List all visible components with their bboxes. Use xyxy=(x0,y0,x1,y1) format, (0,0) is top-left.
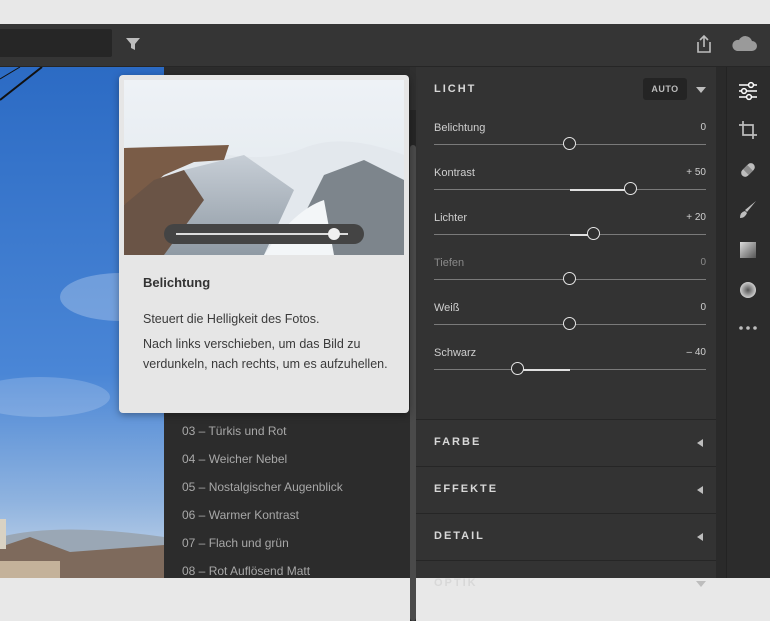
top-bar xyxy=(0,24,770,67)
slider-label: Weiß xyxy=(434,302,460,314)
slider-value[interactable]: + 50 xyxy=(686,167,706,178)
slider-label: Kontrast xyxy=(434,167,475,179)
chevron-down-icon[interactable] xyxy=(696,87,706,93)
auto-button[interactable]: AUTO xyxy=(643,78,687,100)
slider-track[interactable] xyxy=(434,317,706,330)
slider-knob[interactable] xyxy=(511,362,525,375)
section-title-effects[interactable]: EFFEKTE xyxy=(434,483,498,495)
slider-label: Belichtung xyxy=(434,122,486,134)
chevron-left-icon[interactable] xyxy=(697,533,703,541)
panel-scrollbar[interactable] xyxy=(716,67,726,578)
slider-track[interactable] xyxy=(434,272,706,285)
divider xyxy=(416,513,716,514)
tooltip-demo-slider xyxy=(164,224,364,244)
section-title-color[interactable]: FARBE xyxy=(434,436,481,448)
tooltip-description-2: Nach links verschieben, um das Bild zu v… xyxy=(143,337,388,371)
filter-icon[interactable] xyxy=(124,35,142,53)
preset-item[interactable]: 03 – Türkis und Rot xyxy=(182,424,287,438)
slider-knob[interactable] xyxy=(563,317,576,330)
divider xyxy=(416,560,716,561)
preset-item[interactable]: 05 – Nostalgischer Augenblick xyxy=(182,480,343,494)
radial-gradient-icon[interactable] xyxy=(737,279,759,301)
light-section-title[interactable]: LICHT xyxy=(434,83,476,95)
slider-track[interactable] xyxy=(434,182,706,195)
chevron-down-icon[interactable] xyxy=(696,581,706,587)
slider-value[interactable]: 0 xyxy=(700,302,706,313)
slider-track[interactable] xyxy=(434,137,706,150)
search-input[interactable] xyxy=(0,29,112,57)
slider-track[interactable] xyxy=(434,227,706,240)
slider-track[interactable] xyxy=(434,362,706,375)
chevron-left-icon[interactable] xyxy=(697,439,703,447)
tooltip-demo-track xyxy=(176,233,348,235)
preset-item[interactable]: 08 – Rot Auflösend Matt xyxy=(182,564,310,578)
brush-icon[interactable] xyxy=(737,199,759,221)
healing-icon[interactable] xyxy=(737,159,759,181)
section-title-detail[interactable]: DETAIL xyxy=(434,530,485,542)
preset-item[interactable]: 07 – Flach und grün xyxy=(182,536,289,550)
slider-value[interactable]: + 20 xyxy=(686,212,706,223)
tool-rail xyxy=(726,67,770,578)
slider-knob[interactable] xyxy=(624,182,638,195)
slider-label: Lichter xyxy=(434,212,468,224)
more-icon[interactable] xyxy=(737,317,759,339)
cloud-icon[interactable] xyxy=(730,34,758,54)
edit-panel: LICHT AUTO Belichtung 0 Kontrast + 50 Lichte… xyxy=(416,67,716,589)
preset-item[interactable]: 06 – Warmer Kontrast xyxy=(182,508,299,522)
slider-label: Schwarz xyxy=(434,347,477,359)
linear-gradient-icon[interactable] xyxy=(737,239,759,261)
edit-sliders-icon[interactable] xyxy=(737,80,759,102)
share-icon[interactable] xyxy=(694,33,714,55)
slider-knob[interactable] xyxy=(563,272,576,285)
preset-item[interactable]: 04 – Weicher Nebel xyxy=(182,452,287,466)
exposure-tooltip: Belichtung Steuert die Helligkeit des Fo… xyxy=(119,75,409,413)
chevron-left-icon[interactable] xyxy=(697,486,703,494)
slider-knob[interactable] xyxy=(587,227,601,240)
tooltip-description-1: Steuert die Helligkeit des Fotos. xyxy=(143,312,320,326)
section-title-optics[interactable]: OPTIK xyxy=(434,577,478,589)
slider-knob[interactable] xyxy=(563,137,576,150)
slider-fill xyxy=(570,188,632,191)
slider-value[interactable]: 0 xyxy=(700,257,706,268)
slider-label: Tiefen xyxy=(434,257,465,269)
crop-icon[interactable] xyxy=(737,119,759,141)
slider-value[interactable]: – 40 xyxy=(687,347,706,358)
divider xyxy=(416,419,716,420)
slider-value[interactable]: 0 xyxy=(700,122,706,133)
tooltip-title: Belichtung xyxy=(143,275,211,290)
divider xyxy=(416,466,716,467)
slider-fill xyxy=(518,368,570,371)
tooltip-demo-knob xyxy=(328,228,341,240)
